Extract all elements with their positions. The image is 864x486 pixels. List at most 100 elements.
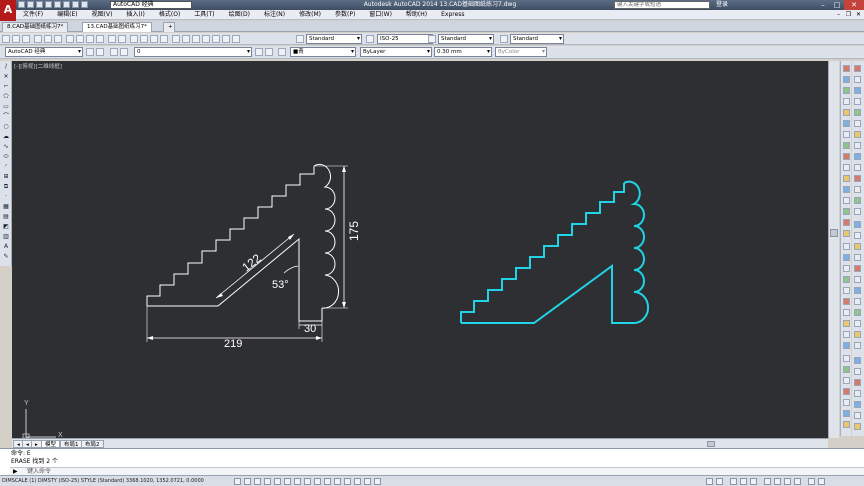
- tool-aa-icon[interactable]: [854, 357, 861, 364]
- doc-close-icon[interactable]: ✕: [855, 11, 862, 18]
- dim-text-53[interactable]: 53°: [272, 279, 289, 291]
- close-button[interactable]: ✕: [844, 0, 864, 10]
- help-icon[interactable]: [232, 35, 240, 43]
- zoom-previous-icon[interactable]: [160, 35, 168, 43]
- tool-b-icon[interactable]: [854, 76, 861, 83]
- pan-icon[interactable]: [130, 35, 138, 43]
- tool-c-icon[interactable]: [854, 87, 861, 94]
- tool-w-icon[interactable]: [854, 309, 861, 316]
- rotate-icon[interactable]: [843, 131, 850, 138]
- line-icon[interactable]: /: [2, 63, 10, 71]
- osnap-settings-icon[interactable]: [843, 342, 850, 349]
- dim-text-175[interactable]: 175: [347, 221, 361, 241]
- menu-view[interactable]: 视图(V): [85, 10, 120, 20]
- text-style-icon[interactable]: [296, 35, 304, 43]
- tool-h-icon[interactable]: [854, 142, 861, 149]
- 3d-osnap-icon[interactable]: [284, 478, 291, 485]
- workspace-switch-icon[interactable]: [764, 478, 771, 485]
- make-current-layer-icon[interactable]: [255, 48, 263, 56]
- lineweight-toggle-icon[interactable]: [324, 478, 331, 485]
- tab-model[interactable]: 模型: [41, 440, 61, 448]
- spline-icon[interactable]: ∿: [2, 143, 10, 151]
- publish-icon[interactable]: [54, 35, 62, 43]
- osnap-tangent-icon[interactable]: [843, 298, 850, 305]
- join-icon[interactable]: [843, 197, 850, 204]
- revcloud-icon[interactable]: ☁: [2, 133, 10, 141]
- dim-style-dropdown[interactable]: ISO-25: [377, 34, 433, 44]
- dim-text-30[interactable]: 30: [304, 323, 316, 335]
- grid-display-icon[interactable]: [244, 478, 251, 485]
- quick-properties-icon[interactable]: [344, 478, 351, 485]
- selection-cycling-icon[interactable]: [354, 478, 361, 485]
- workspace-combo-2[interactable]: AutoCAD 经典: [5, 47, 83, 57]
- tab-layout1[interactable]: 布局1: [60, 440, 83, 448]
- dim-text-219[interactable]: 219: [224, 338, 242, 350]
- dropdown-icon[interactable]: [81, 1, 88, 8]
- redo-button-icon[interactable]: [118, 35, 126, 43]
- extend-icon[interactable]: [843, 175, 850, 182]
- save-icon[interactable]: [36, 1, 43, 8]
- dim-continue-icon[interactable]: [843, 421, 850, 428]
- quick-view-layouts-icon[interactable]: [706, 478, 713, 485]
- white-stair-outline[interactable]: [146, 166, 315, 306]
- tool-d-icon[interactable]: [854, 98, 861, 105]
- save-file-icon[interactable]: [22, 35, 30, 43]
- osnap-intersect-icon[interactable]: [843, 265, 850, 272]
- tab-layout2[interactable]: 布局2: [81, 440, 104, 448]
- ortho-mode-icon[interactable]: [254, 478, 261, 485]
- lock-ui-icon[interactable]: [774, 478, 781, 485]
- tool-t-icon[interactable]: [854, 276, 861, 283]
- plot-icon[interactable]: [54, 1, 61, 8]
- tool-y-icon[interactable]: [854, 331, 861, 338]
- dynamic-input-icon[interactable]: [314, 478, 321, 485]
- white-base-outline[interactable]: [147, 237, 323, 322]
- tool-ab-icon[interactable]: [854, 368, 861, 375]
- save-as-icon[interactable]: [45, 1, 52, 8]
- table-style-dropdown[interactable]: Standard: [438, 34, 494, 44]
- match-properties-icon[interactable]: [96, 35, 104, 43]
- tool-u-icon[interactable]: [854, 287, 861, 294]
- osnap-nearest-icon[interactable]: [843, 331, 850, 338]
- tool-ag-icon[interactable]: [854, 423, 861, 430]
- clean-screen-icon[interactable]: [818, 478, 825, 485]
- osnap-quadrant-icon[interactable]: [843, 287, 850, 294]
- lineweight-dropdown[interactable]: 0.30 mm: [434, 47, 492, 57]
- tool-v-icon[interactable]: [854, 298, 861, 305]
- menu-parametric[interactable]: 参数(P): [328, 10, 362, 20]
- construction-line-icon[interactable]: ✕: [2, 73, 10, 81]
- cut-icon[interactable]: [66, 35, 74, 43]
- menu-insert[interactable]: 插入(I): [119, 10, 151, 20]
- chamfer-icon[interactable]: [843, 208, 850, 215]
- gradient-icon[interactable]: ▤: [2, 213, 10, 221]
- cyan-base-outline[interactable]: [461, 264, 634, 324]
- undo-button-icon[interactable]: [108, 35, 116, 43]
- undo-icon[interactable]: [63, 1, 70, 8]
- workspace-save-icon[interactable]: [96, 48, 104, 56]
- annotation-visibility-icon[interactable]: [740, 478, 747, 485]
- tool-n-icon[interactable]: [854, 208, 861, 215]
- mleader-style-dropdown[interactable]: Standard: [510, 34, 564, 44]
- new-icon[interactable]: [18, 1, 25, 8]
- cyan-stair-outline[interactable]: [460, 183, 625, 323]
- doc-minimize-icon[interactable]: –: [835, 11, 842, 18]
- new-tab-button[interactable]: +: [163, 22, 175, 32]
- add-selected-icon[interactable]: ✎: [2, 253, 10, 261]
- drawing-canvas[interactable]: [-][俯视][二维线框] 122 175 53° 30 219 Y X: [12, 61, 828, 438]
- layer-previous-icon[interactable]: [265, 48, 273, 56]
- tool-x-icon[interactable]: [854, 320, 861, 327]
- dim-baseline-icon[interactable]: [843, 410, 850, 417]
- circle-icon[interactable]: ○: [2, 123, 10, 131]
- text-style-dropdown[interactable]: Standard: [306, 34, 362, 44]
- trim-icon[interactable]: [843, 164, 850, 171]
- sheet-set-icon[interactable]: [202, 35, 210, 43]
- move-icon[interactable]: [843, 120, 850, 127]
- layer-state-icon[interactable]: [120, 48, 128, 56]
- qnew-icon[interactable]: [2, 35, 10, 43]
- rectangle-icon[interactable]: ▭: [2, 103, 10, 111]
- maximize-button[interactable]: □: [830, 0, 844, 10]
- doc-tab-2[interactable]: 13.CAD基础图纸练习7*: [82, 22, 152, 32]
- print-icon[interactable]: [34, 35, 42, 43]
- tool-ac-icon[interactable]: [854, 379, 861, 386]
- tool-af-icon[interactable]: [854, 412, 861, 419]
- menu-format[interactable]: 格式(O): [152, 10, 187, 20]
